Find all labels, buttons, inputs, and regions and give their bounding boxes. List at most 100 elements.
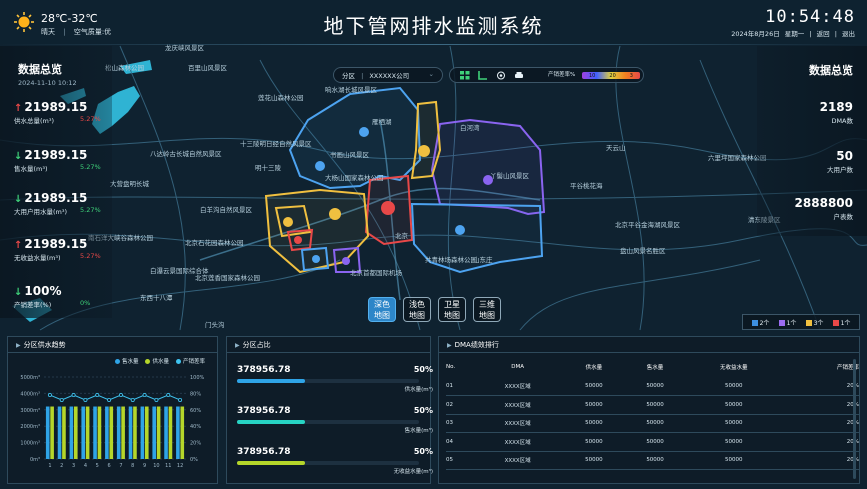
- legend-sell: 售水量: [114, 357, 138, 365]
- bar-sell: [105, 406, 109, 459]
- stat-value: 2189: [819, 100, 853, 114]
- share-bar-fill: [237, 379, 306, 383]
- table-cell: 20%: [781, 395, 859, 415]
- right-overview-title: 数据总览: [809, 64, 853, 77]
- stat-label: 大用户数: [827, 166, 853, 174]
- bar-sell: [45, 406, 50, 459]
- rate-point: [166, 393, 171, 398]
- bar-sell: [93, 406, 97, 459]
- map-place-label: 北京首都国际机场: [350, 268, 403, 277]
- x-tick-label: 10: [153, 463, 159, 469]
- table-cell: 03: [446, 414, 472, 433]
- layer-button[interactable]: 深色 地图: [368, 297, 396, 322]
- left-stat-item: ↑ 21989.15 供水总量(m³) 5.27%: [14, 100, 101, 125]
- table-cell: 20%: [781, 377, 859, 396]
- arrow-down-icon: ↓: [14, 151, 23, 162]
- dma-ranking-table: No. DMA 供水量 售水量 无收益水量 产销差率 01 XXXX区域 50000 50000…: [446, 357, 859, 470]
- left-stat-item: ↑ 21989.15 无收益水量(m³) 5.27%: [14, 237, 101, 262]
- bar-supply: [109, 406, 114, 459]
- rate-point: [154, 397, 159, 402]
- stat-label: 供水总量(m³): [14, 117, 55, 125]
- stat-label: 售水量(m³): [14, 165, 48, 173]
- x-tick-label: 2: [60, 463, 63, 469]
- map-place-label: 白河湾: [460, 123, 480, 132]
- zone-filter-sep: |: [361, 72, 364, 80]
- share-pct: 50%: [413, 365, 433, 374]
- right-stat-item: 50 大用户数: [827, 149, 853, 174]
- map-pin: [381, 201, 395, 215]
- map-pin: [329, 208, 341, 220]
- rate-point: [59, 397, 64, 402]
- bar-supply: [50, 406, 54, 459]
- rate-point: [142, 393, 147, 398]
- trend-panel-header: ▶ 分区供水趋势: [8, 337, 217, 353]
- table-scrollbar[interactable]: [853, 359, 856, 479]
- back-link[interactable]: 返回: [817, 30, 830, 38]
- table-row[interactable]: 05XXXX区域50000500005000020%: [446, 451, 859, 470]
- bar-supply: [97, 406, 102, 459]
- y-tick-label: 4000m³: [20, 391, 40, 397]
- bar-sell: [140, 406, 145, 459]
- share-bar-fill: [237, 420, 306, 424]
- bar-supply: [133, 406, 137, 459]
- map-place-label: 北京莲香国家森林公园: [195, 273, 260, 282]
- trend-legend: 售水量 供水量 产销差率: [114, 357, 205, 365]
- layer-button[interactable]: 三维 地图: [473, 297, 501, 322]
- nav-sep: |: [809, 30, 812, 38]
- stat-pct: 5.27%: [80, 163, 101, 171]
- left-overview-date: 2024-11-10 10:12: [18, 79, 77, 87]
- map-place-label: 盘山风景名胜区: [620, 246, 666, 255]
- header: 28℃-32℃ 晴天 | 空气质量:优 地下管网排水监测系统 10:54:48 …: [0, 0, 867, 44]
- y-tick-label: 3000m³: [20, 408, 40, 414]
- x-tick-label: 4: [84, 463, 87, 469]
- ruler-icon[interactable]: [478, 71, 488, 80]
- map-layer-switcher: 深色 地图 浅色 地图 卫星 地图 三维 地图: [368, 297, 501, 322]
- map-place-label: 莲花山森林公园: [258, 93, 304, 102]
- rank-panel-header: ▶ DMA绩效排行: [439, 337, 859, 353]
- map-place-label: 丫髻山风景区: [490, 171, 530, 180]
- table-cell: 50000: [624, 414, 686, 433]
- map-place-label: 十三陵明日经自然风景区: [240, 139, 312, 148]
- date-bar: 2024年8月26日 星期一 | 返回 | 退出: [728, 28, 855, 38]
- left-overview-panel: 数据总览 2024-11-10 10:12 ↑ 21989.15 供水总量(m³) 5…: [0, 46, 112, 318]
- stat-label: 大用户用水量(m³): [14, 208, 68, 216]
- legend-rate: 产销差率: [175, 357, 205, 365]
- table-cell: 02: [446, 395, 472, 415]
- layer-button[interactable]: 浅色 地图: [403, 297, 431, 322]
- rate-legend-tick: 3: [629, 72, 633, 79]
- zone-filter-select[interactable]: 分区 | XXXXXX公司 ⌄: [333, 67, 443, 83]
- rate-legend-bar: 10 20 3: [582, 72, 640, 79]
- exit-link[interactable]: 退出: [842, 30, 855, 38]
- left-stat-item: ↓ 21989.15 售水量(m³) 5.27%: [14, 148, 101, 173]
- map-place-label: 响水湖长城风景区: [325, 85, 378, 94]
- stat-value: ↓ 21989.15: [14, 191, 88, 205]
- car-icon[interactable]: [514, 71, 524, 80]
- locate-icon[interactable]: [496, 71, 506, 80]
- table-cell: 50000: [624, 451, 686, 470]
- table-row[interactable]: 03XXXX区域50000500005000020%: [446, 414, 859, 433]
- bar-sell: [69, 406, 74, 459]
- table-cell: 50000: [685, 377, 782, 396]
- x-tick-label: 9: [143, 463, 146, 469]
- bar-supply: [156, 406, 161, 459]
- layer-button[interactable]: 卫星 地图: [438, 297, 466, 322]
- map-pin: [312, 255, 320, 263]
- layer-label: 浅色 地图: [409, 300, 425, 320]
- y2-tick-label: 0%: [190, 457, 198, 463]
- x-tick-label: 12: [177, 463, 183, 469]
- share-value: 378956.78: [237, 447, 291, 457]
- table-row[interactable]: 01XXXX区域50000500005000020%: [446, 377, 859, 396]
- trend-panel-title: 分区供水趋势: [23, 341, 66, 349]
- bar-supply: [73, 406, 78, 459]
- table-row[interactable]: 02XXXX区域50000500005000020%: [446, 395, 859, 415]
- chevron-down-icon: ⌄: [428, 70, 434, 78]
- table-row[interactable]: 04XXXX区域50000500005000020%: [446, 432, 859, 452]
- share-value: 378956.78: [237, 406, 291, 416]
- rank-panel-title: DMA绩效排行: [454, 341, 499, 349]
- map-place-label: 百里山风景区: [188, 63, 228, 72]
- x-tick-label: 6: [107, 463, 110, 469]
- bar-supply: [62, 406, 66, 459]
- left-stat-item: ↓ 21989.15 大用户用水量(m³) 5.27%: [14, 191, 101, 216]
- grid-icon[interactable]: [460, 71, 470, 80]
- table-cell: 50000: [685, 451, 782, 470]
